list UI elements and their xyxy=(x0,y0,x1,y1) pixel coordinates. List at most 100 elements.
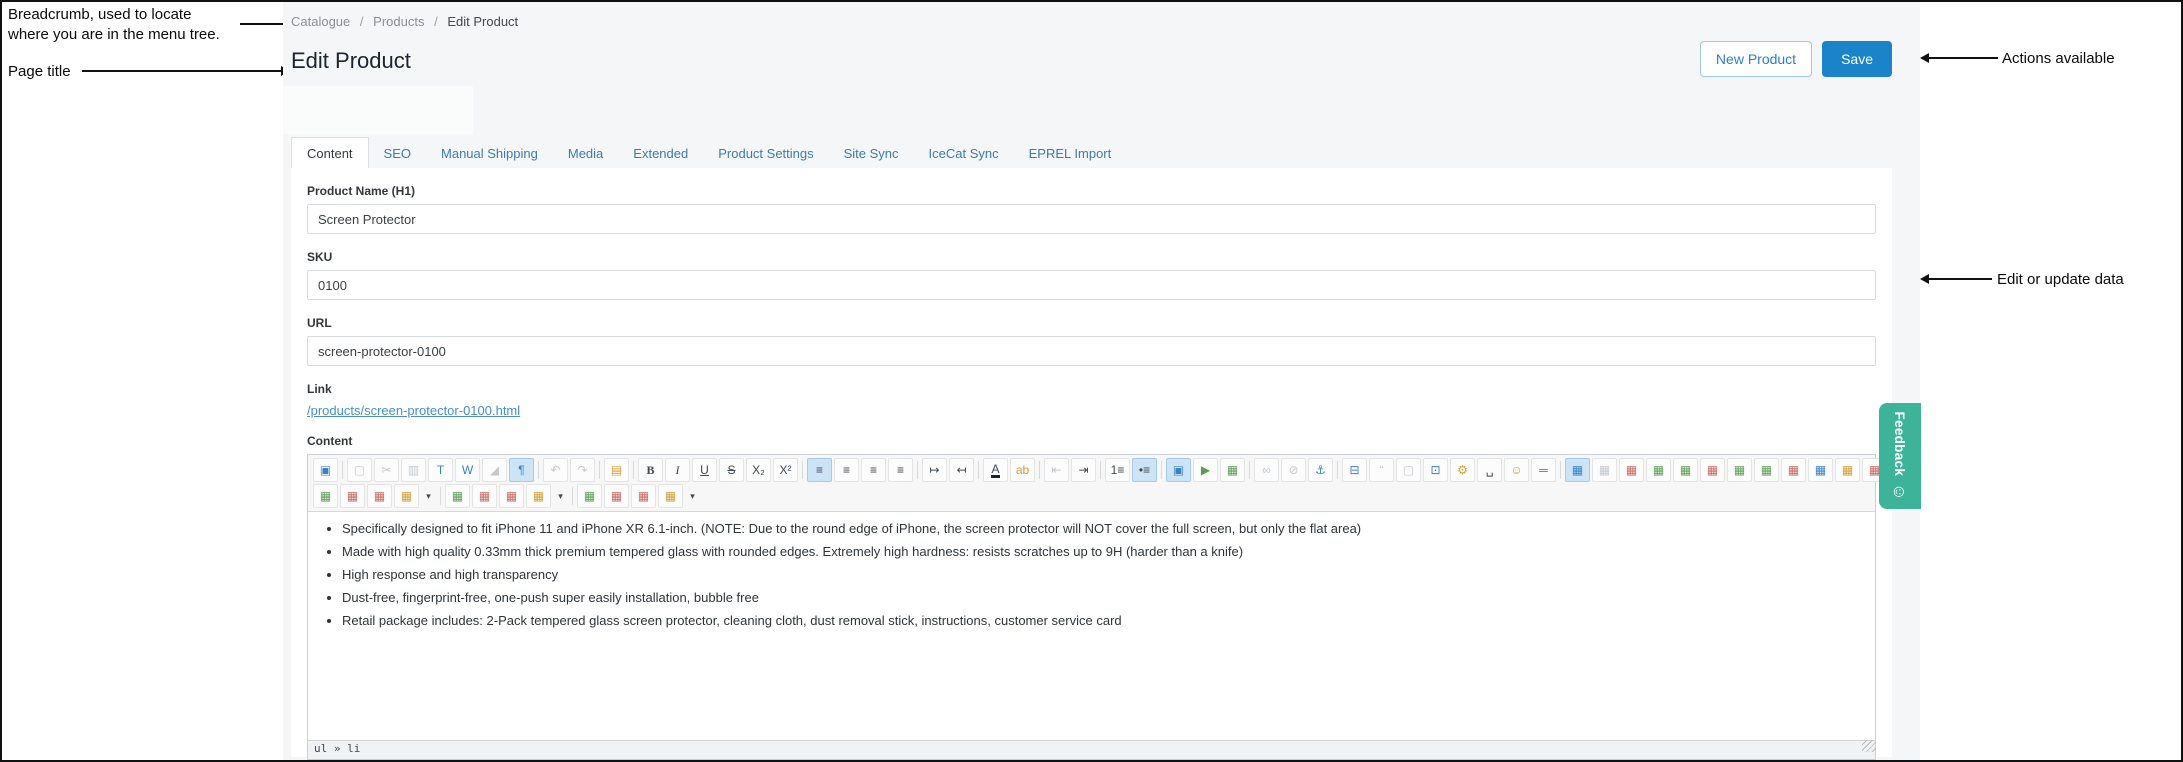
cut-icon[interactable]: ✂ xyxy=(374,458,399,482)
bg-color-icon[interactable]: ab xyxy=(1010,458,1035,482)
row-insert-icon-3[interactable]: ▦ xyxy=(577,484,602,508)
align-right-icon[interactable]: ≡ xyxy=(861,458,886,482)
text-input[interactable] xyxy=(307,204,1876,234)
tab-seo[interactable]: SEO xyxy=(369,137,426,169)
outdent-icon[interactable]: ⇤ xyxy=(1044,458,1069,482)
text-color-icon[interactable]: A xyxy=(983,458,1008,482)
tab-icecat-sync[interactable]: IceCat Sync xyxy=(914,137,1014,169)
toolbar-separator xyxy=(802,461,803,479)
row-insert-above-icon[interactable]: ▦ xyxy=(1646,458,1671,482)
copy-icon[interactable]: ▥ xyxy=(401,458,426,482)
cells-merge-icon[interactable]: ▦ xyxy=(1835,458,1860,482)
new-product-button[interactable]: New Product xyxy=(1700,41,1812,77)
tab-label: Site Sync xyxy=(844,146,899,161)
table-delete-icon[interactable]: ▦ xyxy=(1619,458,1644,482)
tab-extended[interactable]: Extended xyxy=(618,137,703,169)
col-delete-icon-2[interactable]: ▦ xyxy=(499,484,524,508)
italic-icon[interactable]: I xyxy=(665,458,690,482)
row-delete-icon-2[interactable]: ▦ xyxy=(472,484,497,508)
row-insert-icon-1[interactable]: ▦ xyxy=(313,484,338,508)
tab-product-settings[interactable]: Product Settings xyxy=(703,137,828,169)
editor-toolbar-row-1: ▣ ▢ ✂ xyxy=(312,457,1871,483)
breadcrumb-link-catalogue[interactable]: Catalogue xyxy=(291,14,350,29)
cells-merge-icon-1[interactable]: ▦ xyxy=(394,484,419,508)
row-insert-icon-2[interactable]: ▦ xyxy=(445,484,470,508)
new-page-icon[interactable]: ▢ xyxy=(347,458,372,482)
table-menu-caret-3[interactable]: ▾ xyxy=(685,484,700,508)
toolbar-glyph: ⚙ xyxy=(1457,464,1468,476)
editor-element-path[interactable]: ul » li xyxy=(308,740,1875,759)
feedback-button[interactable]: Feedback ☺ xyxy=(1879,403,1921,509)
toolbar-glyph: X₂ xyxy=(752,464,765,476)
templates-icon[interactable]: ▤ xyxy=(604,458,629,482)
align-center-icon[interactable]: ≡ xyxy=(834,458,859,482)
feedback-label: Feedback xyxy=(1893,411,1908,476)
superscript-icon[interactable]: X² xyxy=(773,458,798,482)
toolbar-glyph: ═ xyxy=(1539,464,1548,476)
tab-media[interactable]: Media xyxy=(553,137,618,169)
bulleted-list-icon[interactable]: •≡ xyxy=(1132,458,1157,482)
tab-label: Manual Shipping xyxy=(441,146,538,161)
text-input[interactable] xyxy=(307,336,1876,366)
breadcrumb-link-products[interactable]: Products xyxy=(373,14,424,29)
table-menu-caret-1[interactable]: ▾ xyxy=(421,484,436,508)
remove-format-icon[interactable]: ◢ xyxy=(482,458,507,482)
div-container-icon[interactable]: ▣ xyxy=(1166,458,1191,482)
bidi-rtl-icon[interactable]: ↤ xyxy=(949,458,974,482)
numbered-list-icon[interactable]: 1≡ xyxy=(1105,458,1130,482)
bidi-ltr-icon[interactable]: ↦ xyxy=(922,458,947,482)
tab-content[interactable]: Content xyxy=(291,137,369,169)
image-icon[interactable]: ▦ xyxy=(1220,458,1245,482)
media-embed-icon[interactable]: ▶ xyxy=(1193,458,1218,482)
underline-icon[interactable]: U xyxy=(692,458,717,482)
link-icon[interactable]: ∞ xyxy=(1254,458,1279,482)
align-left-icon[interactable]: ≡ xyxy=(807,458,832,482)
editor-content-area[interactable]: Specifically designed to fit iPhone 11 a… xyxy=(308,512,1875,740)
tab-site-sync[interactable]: Site Sync xyxy=(829,137,914,169)
page-break-icon[interactable]: ⊟ xyxy=(1342,458,1367,482)
table-menu-caret-2[interactable]: ▾ xyxy=(553,484,568,508)
redo-icon[interactable]: ↷ xyxy=(570,458,595,482)
nbsp-icon[interactable]: ␣ xyxy=(1477,458,1502,482)
cells-merge-icon-3[interactable]: ▦ xyxy=(658,484,683,508)
product-link[interactable]: /products/screen-protector-0100.html xyxy=(307,403,520,418)
col-delete-icon[interactable]: ▦ xyxy=(1781,458,1806,482)
show-blocks-icon[interactable]: ▢ xyxy=(1396,458,1421,482)
tab-manual-shipping[interactable]: Manual Shipping xyxy=(426,137,553,169)
row-delete-icon-1[interactable]: ▦ xyxy=(340,484,365,508)
table-icon[interactable]: ▦ xyxy=(1565,458,1590,482)
blockquote-icon[interactable]: “ xyxy=(1369,458,1394,482)
paste-word-icon[interactable]: W xyxy=(455,458,480,482)
cells-merge-icon-2[interactable]: ▦ xyxy=(526,484,551,508)
paste-text-icon[interactable]: T xyxy=(428,458,453,482)
indent-icon[interactable]: ⇥ xyxy=(1071,458,1096,482)
save-button[interactable]: Save xyxy=(1822,41,1892,77)
bold-icon[interactable]: B xyxy=(638,458,663,482)
text-input[interactable] xyxy=(307,270,1876,300)
editor-resize-grip[interactable] xyxy=(1862,740,1876,752)
show-paragraph-icon[interactable]: ¶ xyxy=(509,458,534,482)
col-delete-icon-1[interactable]: ▦ xyxy=(367,484,392,508)
undo-icon[interactable]: ↶ xyxy=(543,458,568,482)
align-justify-icon[interactable]: ≡ xyxy=(888,458,913,482)
col-insert-left-icon[interactable]: ▦ xyxy=(1727,458,1752,482)
toolbar-glyph: ▦ xyxy=(533,490,544,502)
horizontal-rule-icon[interactable]: ═ xyxy=(1531,458,1556,482)
tab-eprel-import[interactable]: EPREL Import xyxy=(1014,137,1127,169)
smiley-insert-icon[interactable]: ☺ xyxy=(1504,458,1529,482)
save-icon[interactable]: ▣ xyxy=(313,458,338,482)
col-delete-icon-3[interactable]: ▦ xyxy=(631,484,656,508)
subscript-icon[interactable]: X₂ xyxy=(746,458,771,482)
toolbar-glyph: ␣ xyxy=(1486,464,1494,476)
row-delete-icon-3[interactable]: ▦ xyxy=(604,484,629,508)
table-properties-icon[interactable]: ▦ xyxy=(1592,458,1617,482)
iframe-icon[interactable]: ⊡ xyxy=(1423,458,1448,482)
col-insert-right-icon[interactable]: ▦ xyxy=(1754,458,1779,482)
unlink-icon[interactable]: ⊘ xyxy=(1281,458,1306,482)
cell-properties-icon[interactable]: ▦ xyxy=(1808,458,1833,482)
widget-settings-icon[interactable]: ⚙ xyxy=(1450,458,1475,482)
row-insert-below-icon[interactable]: ▦ xyxy=(1673,458,1698,482)
strikethrough-icon[interactable]: S xyxy=(719,458,744,482)
row-delete-icon[interactable]: ▦ xyxy=(1700,458,1725,482)
anchor-icon[interactable]: ⚓ xyxy=(1308,458,1333,482)
